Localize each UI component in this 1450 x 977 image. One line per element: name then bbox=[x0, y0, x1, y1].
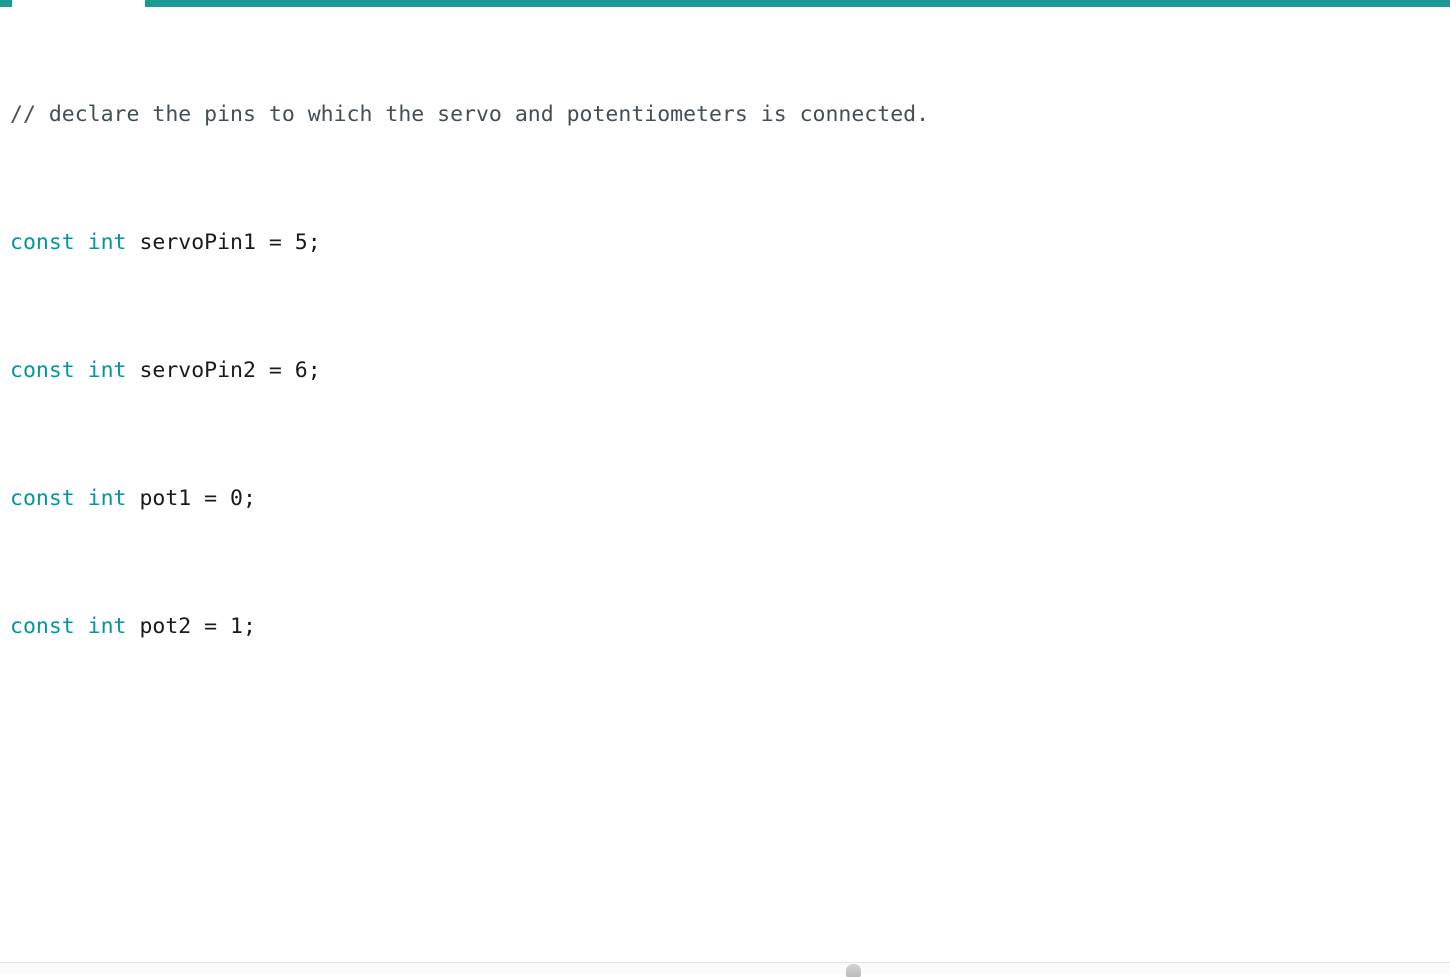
bottom-panel bbox=[0, 963, 1450, 974]
keyword-token: const int bbox=[10, 614, 127, 639]
code-line-1: // declare the pins to which the servo a… bbox=[10, 99, 1253, 131]
keyword-token: const int bbox=[10, 230, 127, 255]
code-line-3: const int servoPin2 = 6; bbox=[10, 355, 1253, 387]
keyword-token: const int bbox=[10, 486, 127, 511]
code-line-2: const int servoPin1 = 5; bbox=[10, 227, 1253, 259]
plain-token: pot2 = 1; bbox=[126, 614, 256, 639]
code-line-4: const int pot1 = 0; bbox=[10, 483, 1253, 515]
code-editor-pane[interactable]: // declare the pins to which the servo a… bbox=[0, 0, 1450, 962]
plain-token: pot1 = 0; bbox=[126, 486, 256, 511]
panel-resize-handle[interactable] bbox=[846, 964, 861, 977]
comment-token: // declare the pins to which the servo a… bbox=[10, 102, 930, 127]
keyword-token: const int bbox=[10, 358, 127, 383]
plain-token: servoPin2 = 6; bbox=[126, 358, 321, 383]
source-code-block[interactable]: // declare the pins to which the servo a… bbox=[10, 3, 1253, 962]
plain-token: servoPin1 = 5; bbox=[126, 230, 321, 255]
code-line-5: const int pot2 = 1; bbox=[10, 611, 1253, 643]
